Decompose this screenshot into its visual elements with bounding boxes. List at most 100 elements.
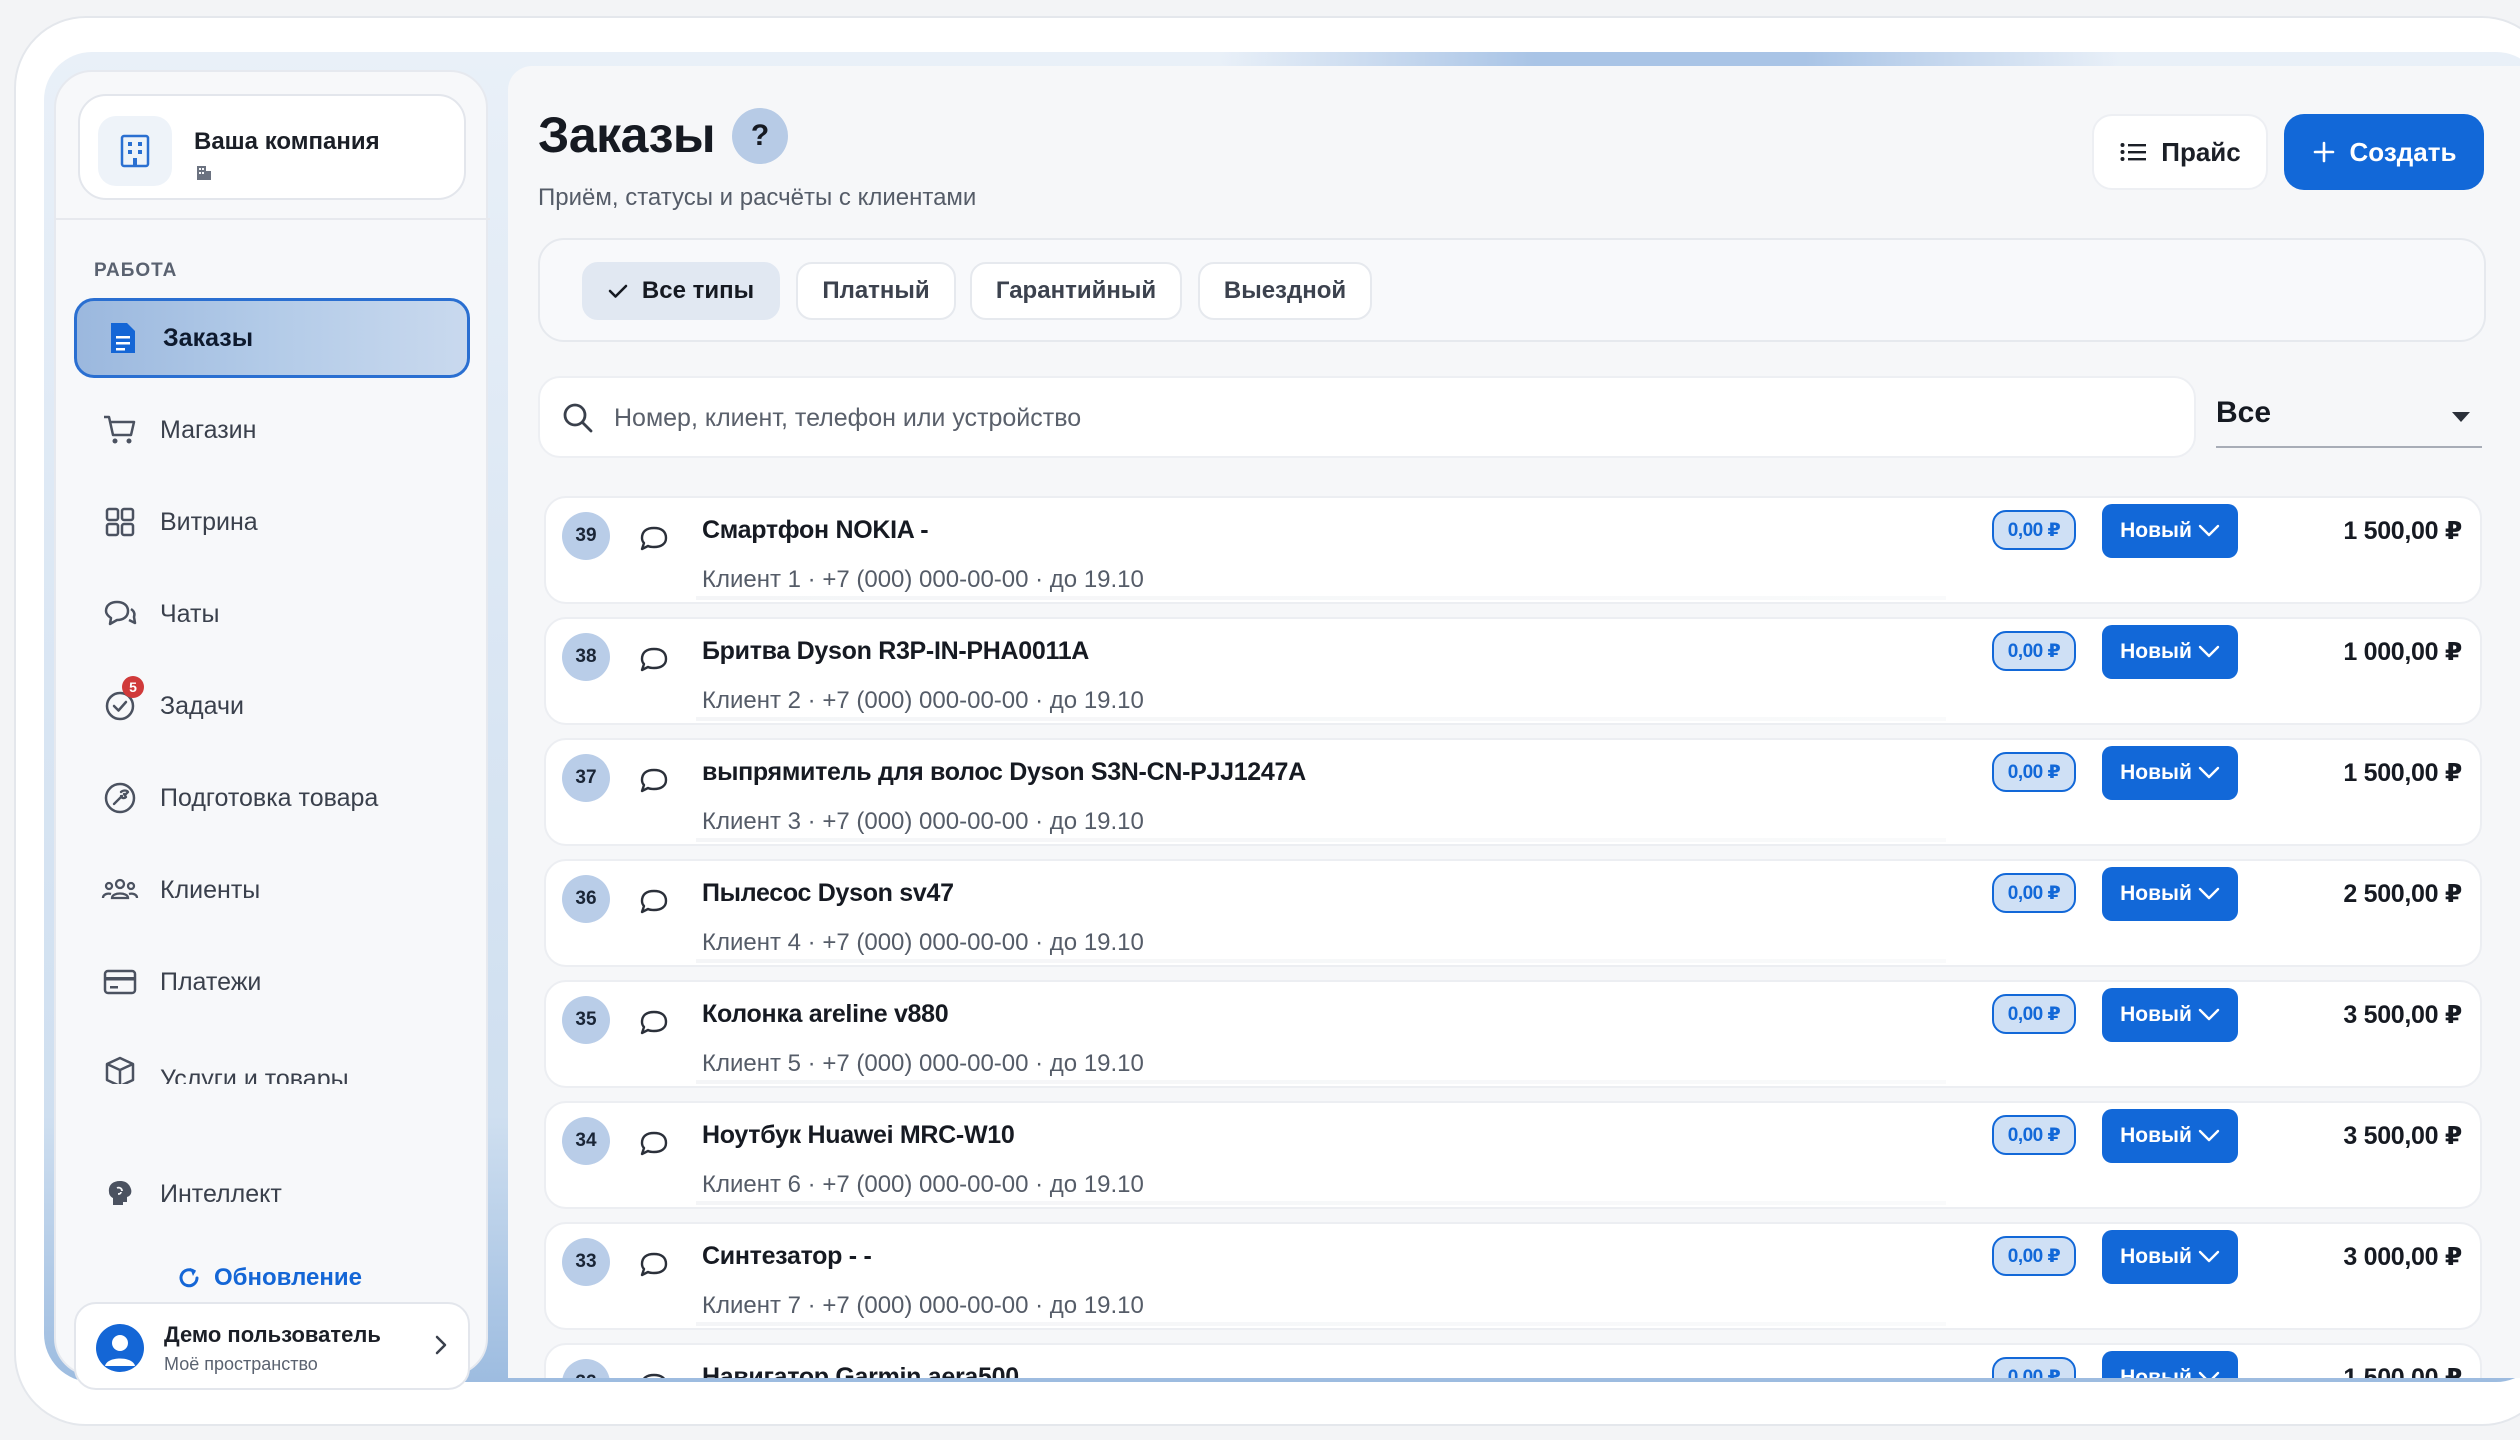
order-row[interactable]: 38 Бритва Dyson R3P-IN-PHA0011A Клиент 2… <box>544 617 2482 725</box>
tasks-badge: 5 <box>122 676 144 698</box>
order-price: 3 000,00 ₽ <box>2343 1243 2462 1271</box>
create-order-button[interactable]: Создать <box>2284 114 2484 190</box>
order-number-badge: 32 <box>562 1359 610 1378</box>
user-name: Демо пользователь <box>164 1322 381 1347</box>
sidebar-item-clients[interactable]: Клиенты <box>74 850 470 930</box>
order-price: 3 500,00 ₽ <box>2343 1122 2462 1150</box>
sidebar-item-shop[interactable]: Магазин <box>74 390 470 470</box>
comment-icon[interactable] <box>636 641 672 677</box>
filter-chip-onsite[interactable]: Выездной <box>1198 262 1372 320</box>
chevron-down-icon <box>2198 887 2220 900</box>
status-label: Новый <box>2120 519 2192 542</box>
status-dropdown[interactable]: Новый <box>2102 504 2238 558</box>
order-meta: Клиент 4 · +7 (000) 000-00-00 · до 19.10 <box>702 929 1144 956</box>
order-title: Ноутбук Huawei MRC-W10 <box>702 1121 1015 1149</box>
row-underline <box>696 1080 1946 1084</box>
main-content: Заказы ? Приём, статусы и расчёты с клие… <box>508 66 2520 1378</box>
status-dropdown[interactable]: Новый <box>2102 1109 2238 1163</box>
order-number-badge: 33 <box>562 1238 610 1286</box>
chevron-down-icon <box>2198 1129 2220 1142</box>
paid-amount-badge: 0,00 ₽ <box>1992 510 2076 550</box>
update-button[interactable]: Обновление <box>176 1264 362 1292</box>
order-row[interactable]: 39 Смартфон NOKIA - Клиент 1 · +7 (000) … <box>544 496 2482 604</box>
filter-chip-warranty[interactable]: Гарантийный <box>970 262 1182 320</box>
user-profile-card[interactable]: Демо пользователь Моё пространство <box>74 1302 470 1390</box>
company-switcher[interactable]: Ваша компания <box>78 94 466 200</box>
row-underline <box>696 1201 1946 1205</box>
sidebar-item-label: Задачи <box>160 691 244 720</box>
sidebar-item-orders[interactable]: Заказы <box>74 298 470 378</box>
building-small-icon <box>194 162 214 182</box>
order-row[interactable]: 34 Ноутбук Huawei MRC-W10 Клиент 6 · +7 … <box>544 1101 2482 1209</box>
chevron-down-icon <box>2198 1250 2220 1263</box>
sidebar-item-showcase[interactable]: Витрина <box>74 482 470 562</box>
order-number-badge: 36 <box>562 875 610 923</box>
order-title: Пылесос Dyson sv47 <box>702 879 954 907</box>
paid-amount-badge: 0,00 ₽ <box>1992 1236 2076 1276</box>
comment-icon[interactable] <box>636 1367 672 1378</box>
chevron-right-icon <box>434 1332 448 1363</box>
order-number-badge: 39 <box>562 512 610 560</box>
search-icon <box>556 396 600 440</box>
order-number-badge: 38 <box>562 633 610 681</box>
price-list-button[interactable]: Прайс <box>2092 114 2268 190</box>
filter-chip-label: Гарантийный <box>995 277 1157 304</box>
order-meta: Клиент 6 · +7 (000) 000-00-00 · до 19.10 <box>702 1171 1144 1198</box>
users-icon <box>100 870 140 910</box>
help-button[interactable]: ? <box>732 108 788 164</box>
paid-amount-badge: 0,00 ₽ <box>1992 752 2076 792</box>
sidebar-item-payments[interactable]: Платежи <box>74 942 470 1022</box>
chevron-down-icon <box>2198 1371 2220 1378</box>
paid-amount-badge: 0,00 ₽ <box>1992 873 2076 913</box>
comment-icon[interactable] <box>636 762 672 798</box>
row-underline <box>696 596 1946 600</box>
search-input[interactable] <box>614 396 2154 440</box>
row-underline <box>696 838 1946 842</box>
comment-icon[interactable] <box>636 1246 672 1282</box>
filter-chip-all-types[interactable]: Все типы <box>582 262 780 320</box>
row-underline <box>696 1322 1946 1326</box>
update-label: Обновление <box>214 1264 362 1291</box>
order-price: 1 000,00 ₽ <box>2343 638 2462 666</box>
comment-icon[interactable] <box>636 1004 672 1040</box>
status-dropdown[interactable]: Новый <box>2102 1351 2238 1378</box>
sidebar-item-intellect[interactable]: Интеллект <box>74 1164 470 1224</box>
status-dropdown[interactable]: Новый <box>2102 988 2238 1042</box>
sidebar-item-chats[interactable]: Чаты <box>74 574 470 654</box>
grid-icon <box>100 502 140 542</box>
order-row[interactable]: 32 Навигатор Garmin aera500 0,00 ₽ Новый… <box>544 1343 2482 1378</box>
status-dropdown[interactable]: Новый <box>2102 746 2238 800</box>
chevron-down-icon <box>2198 1008 2220 1021</box>
sidebar-item-services[interactable]: Услуги и товары <box>74 1024 470 1084</box>
order-row[interactable]: 37 выпрямитель для волос Dyson S3N-CN-PJ… <box>544 738 2482 846</box>
order-row[interactable]: 33 Синтезатор - - Клиент 7 · +7 (000) 00… <box>544 1222 2482 1330</box>
paid-amount-badge: 0,00 ₽ <box>1992 1357 2076 1378</box>
sidebar-item-preparation[interactable]: Подготовка товара <box>74 758 470 838</box>
comment-icon[interactable] <box>636 1125 672 1161</box>
order-title: выпрямитель для волос Dyson S3N-CN-PJJ12… <box>702 758 1306 786</box>
sidebar-item-label: Заказы <box>163 323 254 352</box>
status-dropdown[interactable]: Новый <box>2102 625 2238 679</box>
order-title: Колонка areline v880 <box>702 1000 949 1028</box>
filter-chip-label: Все типы <box>641 277 755 304</box>
comment-icon[interactable] <box>636 520 672 556</box>
sidebar-item-tasks[interactable]: 5 Задачи <box>74 666 470 746</box>
status-label: Новый <box>2120 882 2192 905</box>
order-row[interactable]: 35 Колонка areline v880 Клиент 5 · +7 (0… <box>544 980 2482 1088</box>
status-select-value: Все <box>2216 396 2272 429</box>
status-dropdown[interactable]: Новый <box>2102 867 2238 921</box>
order-meta: Клиент 2 · +7 (000) 000-00-00 · до 19.10 <box>702 687 1144 714</box>
sidebar-item-label: Чаты <box>160 599 220 628</box>
comment-icon[interactable] <box>636 883 672 919</box>
filter-chip-paid[interactable]: Платный <box>796 262 956 320</box>
cart-icon <box>100 410 140 450</box>
filter-chip-label: Выездной <box>1223 277 1347 304</box>
row-underline <box>696 959 1946 963</box>
status-dropdown[interactable]: Новый <box>2102 1230 2238 1284</box>
refresh-icon <box>176 1265 202 1291</box>
search-box <box>538 376 2196 458</box>
status-select[interactable]: Все <box>2216 382 2482 448</box>
order-row[interactable]: 36 Пылесос Dyson sv47 Клиент 4 · +7 (000… <box>544 859 2482 967</box>
document-icon <box>103 318 143 358</box>
order-title: Бритва Dyson R3P-IN-PHA0011A <box>702 637 1090 665</box>
